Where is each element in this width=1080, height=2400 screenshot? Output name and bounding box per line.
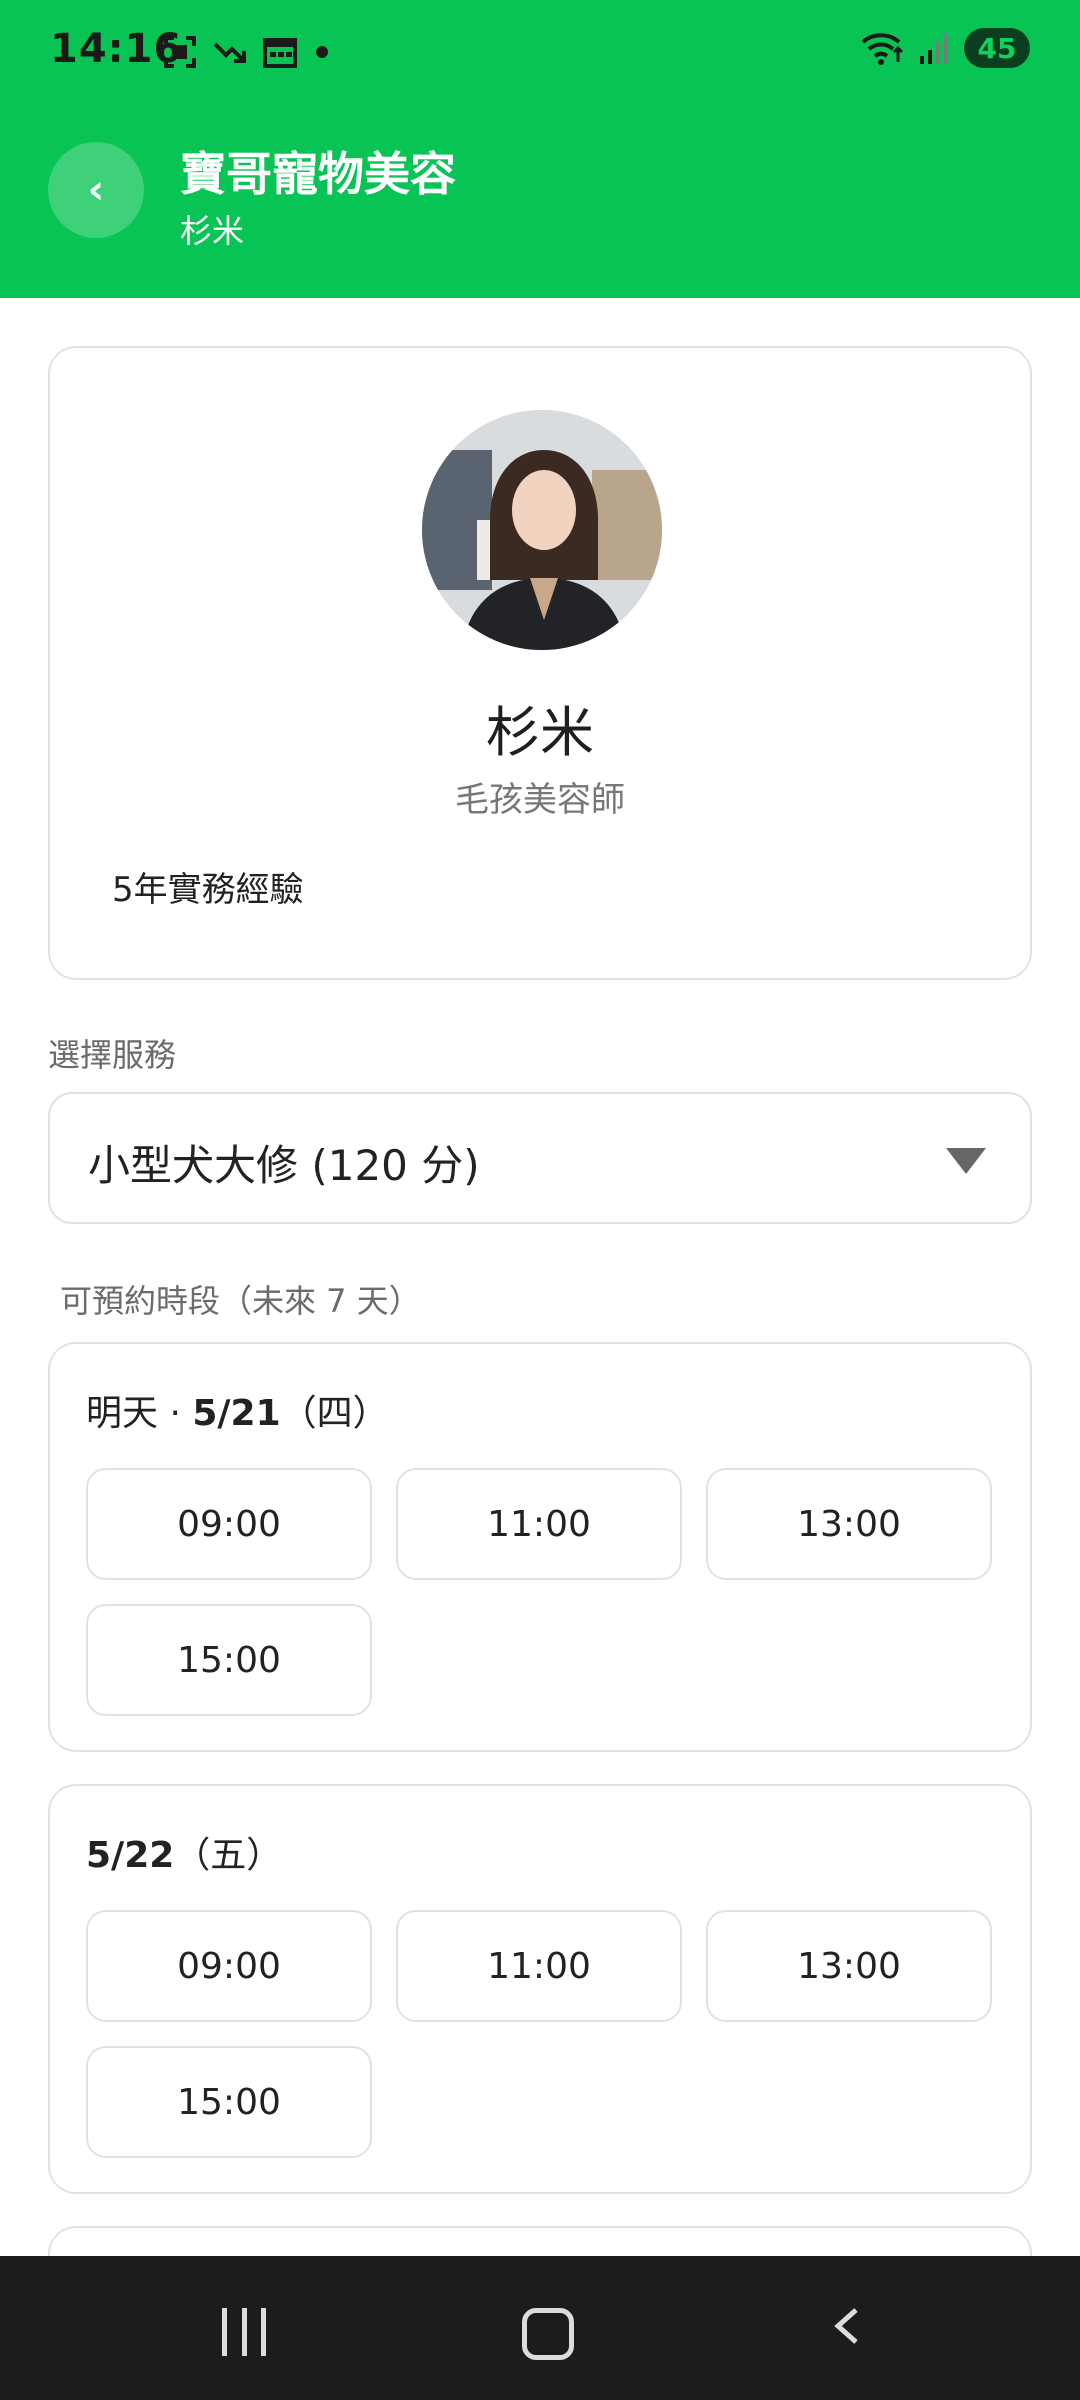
nav-back-icon[interactable] <box>828 2306 868 2346</box>
groomer-name: 杉米 <box>486 701 594 764</box>
status-system-icons: 45 <box>860 28 1030 68</box>
time-slot-button[interactable]: 11:00 <box>396 1910 682 2022</box>
service-select[interactable]: 小型犬大修 (120 分) <box>48 1092 1032 1224</box>
day-date: 5/21 <box>192 1393 281 1434</box>
day-weekday: （五） <box>174 1835 283 1876</box>
time-slot-button[interactable]: 11:00 <box>396 1468 682 1580</box>
status-notification-icons <box>162 32 332 72</box>
status-bar: 14:16 45 <box>0 0 1080 104</box>
recent-apps-icon[interactable] <box>222 2308 266 2356</box>
day-date: 5/22 <box>86 1835 175 1876</box>
day-card: 明天 · 5/21（四） 09:00 11:00 13:00 15:00 <box>48 1342 1032 1752</box>
time-slot-button[interactable]: 09:00 <box>86 1468 372 1580</box>
wifi-icon <box>861 33 904 65</box>
battery-icon: 45 <box>964 28 1030 68</box>
time-slot-button[interactable]: 15:00 <box>86 2046 372 2158</box>
time-slot-button[interactable]: 13:00 <box>706 1910 992 2022</box>
page-subtitle: 杉米 <box>180 212 245 250</box>
system-nav-bar <box>0 2256 1080 2400</box>
day-weekday: （四） <box>280 1393 389 1434</box>
day-title: 5/22（五） <box>86 1826 282 1878</box>
signal-icon <box>920 34 948 64</box>
day-title: 明天 · 5/21（四） <box>86 1384 389 1436</box>
service-selected-value: 小型犬大修 (120 分) <box>88 1141 480 1190</box>
time-slot-button[interactable]: 15:00 <box>86 1604 372 1716</box>
notification-dot-icon <box>316 46 328 58</box>
trend-icon <box>213 42 246 63</box>
groomer-experience: 5年實務經驗 <box>112 870 304 910</box>
avatar-photo <box>422 410 662 650</box>
day-prefix: 明天 · <box>86 1393 193 1434</box>
home-icon[interactable] <box>522 2308 574 2360</box>
app-header: 14:16 45 ‹ 寶哥寵物美容 杉米 <box>0 0 1080 298</box>
service-label: 選擇服務 <box>48 1036 177 1074</box>
time-slot-button[interactable]: 09:00 <box>86 1910 372 2022</box>
calendar-icon <box>263 38 297 68</box>
groomer-avatar <box>422 410 662 650</box>
availability-label: 可預約時段（未來 7 天） <box>60 1282 421 1320</box>
groomer-role: 毛孩美容師 <box>455 780 625 820</box>
dropdown-caret-icon <box>946 1148 986 1174</box>
day-card: 5/22（五） 09:00 11:00 13:00 15:00 <box>48 1784 1032 2194</box>
groomer-profile-card: 杉米 毛孩美容師 5年實務經驗 <box>48 346 1032 980</box>
back-button[interactable]: ‹ <box>48 142 144 238</box>
screenshot-icon <box>164 36 196 68</box>
page-title: 寶哥寵物美容 <box>180 147 456 201</box>
time-slot-button[interactable]: 13:00 <box>706 1468 992 1580</box>
